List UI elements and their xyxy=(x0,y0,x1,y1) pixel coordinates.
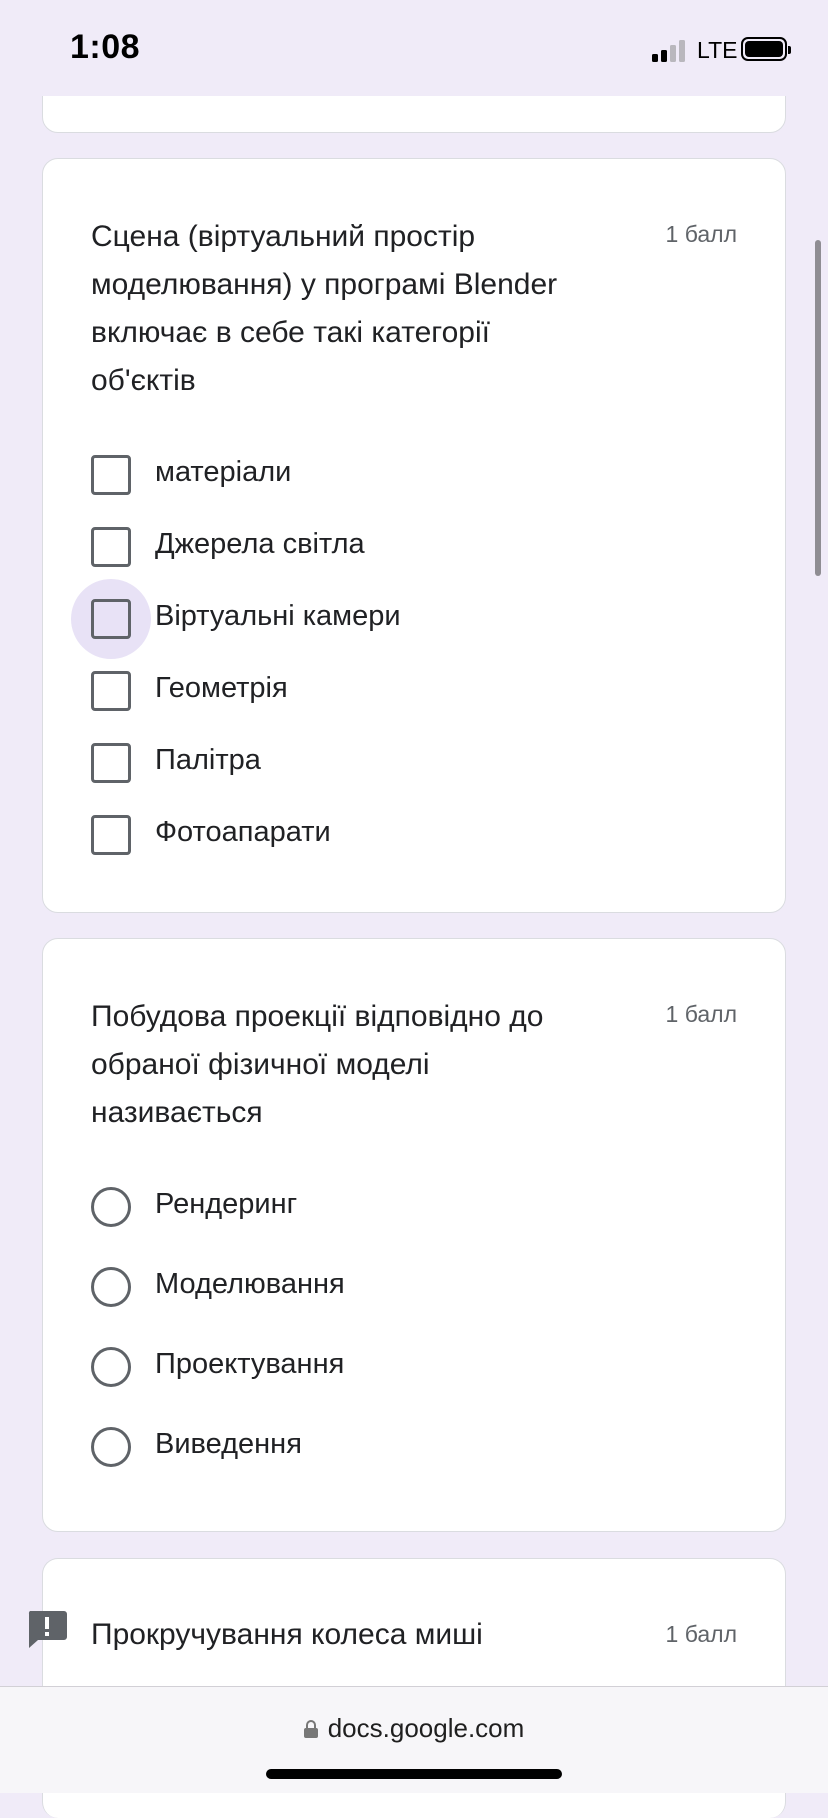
checkbox-option[interactable]: Віртуальні камери xyxy=(71,579,731,659)
option-label: Моделювання xyxy=(155,1268,345,1300)
checkbox-option[interactable]: Джерела світла xyxy=(91,519,731,567)
signal-icon xyxy=(652,38,686,62)
option-label: Джерела світла xyxy=(155,528,365,560)
checkbox-option[interactable]: матеріали xyxy=(91,447,731,495)
option-label: Виведення xyxy=(155,1428,302,1460)
radio-option[interactable]: Моделювання xyxy=(91,1259,731,1307)
status-bar: 1:08 LTE xyxy=(0,0,828,96)
option-label: Фотоапарати xyxy=(155,816,331,848)
radio-option[interactable]: Виведення xyxy=(91,1419,731,1467)
checkbox-option[interactable]: Фотоапарати xyxy=(91,807,731,855)
alert-icon xyxy=(28,1611,67,1648)
option-label: Рендеринг xyxy=(155,1188,298,1220)
scrollbar[interactable] xyxy=(815,240,821,576)
checkbox-option[interactable]: Геометрія xyxy=(91,663,731,711)
home-indicator[interactable] xyxy=(266,1769,562,1779)
checkbox[interactable] xyxy=(91,455,131,495)
checkbox[interactable] xyxy=(91,671,131,711)
option-label: Палітра xyxy=(155,744,261,776)
question-title: Побудова проекції відповідно до обраної … xyxy=(91,1000,544,1129)
radio-option[interactable]: Проектування xyxy=(91,1339,731,1387)
status-time: 1:08 xyxy=(70,28,141,66)
checkbox[interactable] xyxy=(91,815,131,855)
option-label: Віртуальні камери xyxy=(155,600,401,632)
radio-button[interactable] xyxy=(91,1427,131,1467)
option-label: матеріали xyxy=(155,456,292,488)
question-points: 1 балл xyxy=(665,1001,737,1027)
question-title: Прокручування колеса миші xyxy=(91,1618,483,1651)
question-points: 1 балл xyxy=(665,1621,737,1647)
option-label: Проектування xyxy=(155,1348,345,1380)
checkbox[interactable] xyxy=(91,743,131,783)
browser-toolbar: docs.google.com xyxy=(0,1686,828,1793)
network-label: LTE xyxy=(697,37,738,63)
radio-button[interactable] xyxy=(91,1267,131,1307)
url-text: docs.google.com xyxy=(327,1713,525,1743)
question-points: 1 балл xyxy=(665,221,737,247)
question-card: Сцена (віртуальний простір моделювання) … xyxy=(42,158,786,913)
question-card: Побудова проекції відповідно до обраної … xyxy=(42,938,786,1532)
checkbox[interactable] xyxy=(91,527,131,567)
radio-button[interactable] xyxy=(91,1187,131,1227)
battery-icon xyxy=(741,37,791,61)
radio-option[interactable]: Рендеринг xyxy=(91,1179,731,1227)
address-bar[interactable]: docs.google.com xyxy=(0,1713,828,1744)
radio-button[interactable] xyxy=(91,1347,131,1387)
question-title: Сцена (віртуальний простір моделювання) … xyxy=(91,220,558,397)
option-label: Геометрія xyxy=(155,672,288,704)
lock-icon xyxy=(303,1720,318,1738)
checkbox[interactable] xyxy=(91,599,131,639)
checkbox-option[interactable]: Палітра xyxy=(91,735,731,783)
